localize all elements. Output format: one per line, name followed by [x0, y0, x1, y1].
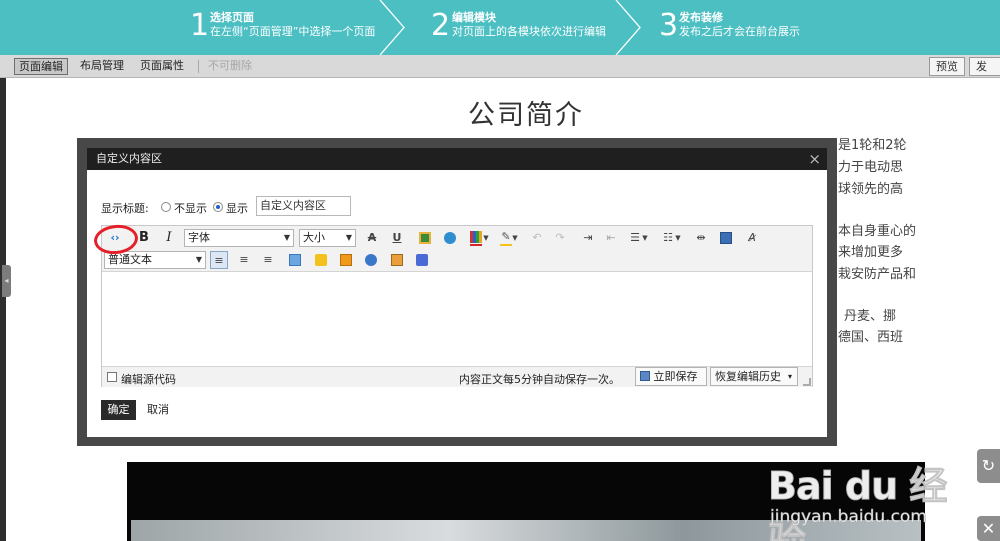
font-size-value: 大小 — [303, 231, 325, 244]
step-number: 3 — [659, 8, 679, 43]
steps-banner: 1 选择页面 在左侧“页面管理”中选择一个页面 2 编辑模块 对页面上的各模块依… — [0, 0, 1000, 55]
body-text-fragment: 球领先的高 — [838, 182, 904, 197]
chevron-down-icon: ▼ — [195, 255, 202, 264]
map-icon[interactable] — [416, 254, 428, 266]
rich-text-toolbar: ‹› B I 字体 ▼ 大小 ▼ A U ▼ ✎ ▼ ↶ ↷ ⇥ ⇤ ☰ ▼ ☷… — [102, 226, 812, 272]
tab-page-edit[interactable]: 页面编辑 — [14, 58, 68, 75]
close-icon[interactable]: × — [808, 148, 821, 170]
source-code-checkbox[interactable] — [107, 372, 117, 382]
step-chevron-icon — [615, 0, 641, 55]
restore-history-label: 恢复编辑历史 — [715, 370, 781, 383]
indent-decrease-icon[interactable]: ⇤ — [602, 229, 620, 247]
redo-icon[interactable]: ↷ — [551, 229, 569, 247]
refresh-icon: ↻ — [981, 456, 996, 475]
strikethrough-icon[interactable]: A — [363, 229, 381, 247]
close-circle-icon: ✕ — [981, 519, 996, 538]
watermark-brand: Bai du 经验 — [768, 464, 948, 541]
image-icon[interactable] — [419, 232, 431, 244]
tab-layout[interactable]: 布局管理 — [76, 58, 128, 75]
step-desc: 发布之后才会在前台展示 — [679, 25, 800, 38]
tab-page-properties[interactable]: 页面属性 — [136, 58, 188, 75]
chevron-down-icon[interactable]: ▼ — [482, 229, 490, 247]
insert-media-icon[interactable] — [720, 232, 732, 244]
restore-history-select[interactable]: 恢复编辑历史 ▾ — [710, 367, 798, 386]
step-chevron-icon — [379, 0, 405, 55]
chevron-down-icon: ▼ — [345, 233, 352, 242]
table-icon[interactable] — [470, 231, 482, 243]
save-icon — [640, 371, 650, 381]
align-left-icon[interactable]: ≡ — [210, 251, 228, 269]
anchor-icon[interactable] — [340, 254, 352, 266]
panel-toggle-handle[interactable]: ◂ — [2, 265, 11, 297]
watermark-url: jingyan.baidu.com — [770, 507, 927, 528]
step-desc: 对页面上的各模块依次进行编辑 — [452, 25, 606, 38]
chevron-down-icon[interactable]: ▼ — [674, 229, 682, 247]
radio-show-title[interactable] — [213, 202, 223, 212]
justify-icon[interactable] — [289, 254, 301, 266]
tab-undeletable: 不可删除 — [208, 59, 252, 72]
editor-toolbar: 页面编辑 布局管理 页面属性 不可删除 预览 发 — [0, 55, 1000, 78]
custom-content-dialog: 自定义内容区 × 显示标题: 不显示 显示 自定义内容区 ‹› B I 字体 ▼ … — [77, 138, 837, 446]
chevron-left-icon: ◂ — [4, 276, 9, 285]
body-text-fragment: 力于电动思 — [838, 160, 904, 175]
underline-icon[interactable]: U — [388, 229, 406, 247]
publish-button[interactable]: 发 — [969, 57, 1000, 76]
flash-icon[interactable] — [365, 254, 377, 266]
radio-hide-label[interactable]: 不显示 — [174, 200, 207, 216]
chevron-down-icon[interactable]: ▼ — [511, 229, 519, 247]
font-color-bar — [470, 244, 482, 246]
link-globe-icon[interactable] — [444, 232, 456, 244]
dialog-header: 自定义内容区 × — [87, 148, 827, 170]
radio-hide-title[interactable] — [161, 202, 171, 212]
divider — [198, 60, 199, 73]
side-tool-button[interactable]: ↻ — [977, 449, 1000, 483]
chevron-down-icon: ▾ — [787, 372, 792, 381]
rich-text-editor: ‹› B I 字体 ▼ 大小 ▼ A U ▼ ✎ ▼ ↶ ↷ ⇥ ⇤ ☰ ▼ ☷… — [101, 225, 813, 387]
body-text-fragment: 本自身重心的 — [838, 224, 917, 239]
cancel-button[interactable]: 取消 — [147, 400, 169, 420]
show-title-label: 显示标题: — [101, 202, 149, 215]
resize-grip-icon[interactable] — [803, 378, 811, 386]
baidu-watermark: Bai du 经验 jingyan.baidu.com — [768, 455, 973, 541]
step-number: 2 — [431, 8, 451, 43]
body-text-fragment: 德国、西班 — [838, 330, 904, 345]
body-text-fragment: 栽安防产品和 — [838, 267, 917, 282]
autosave-note: 内容正文每5分钟自动保存一次。 — [459, 373, 620, 386]
save-now-label: 立即保存 — [653, 370, 698, 383]
align-center-icon[interactable]: ≡ — [235, 251, 253, 269]
ok-button[interactable]: 确定 — [101, 400, 136, 420]
side-close-button[interactable]: ✕ — [977, 516, 1000, 541]
dialog-title: 自定义内容区 — [96, 152, 162, 165]
horizontal-rule-icon[interactable]: ⇹ — [692, 229, 710, 247]
body-text-fragment: 来增加更多 — [838, 245, 904, 260]
title-input[interactable]: 自定义内容区 — [256, 196, 351, 216]
video-insert-icon[interactable] — [391, 254, 403, 266]
font-family-select[interactable]: 字体 ▼ — [184, 229, 294, 247]
font-size-select[interactable]: 大小 ▼ — [299, 229, 356, 247]
editor-footer: 编辑源代码 内容正文每5分钟自动保存一次。 立即保存 恢复编辑历史 ▾ — [102, 366, 812, 387]
step-desc: 在左侧“页面管理”中选择一个页面 — [210, 25, 376, 38]
indent-increase-icon[interactable]: ⇥ — [579, 229, 597, 247]
emoticon-icon[interactable] — [315, 254, 327, 266]
paragraph-format-value: 普通文本 — [108, 253, 152, 266]
radio-show-label[interactable]: 显示 — [226, 200, 248, 216]
chevron-down-icon[interactable]: ▼ — [641, 229, 649, 247]
font-family-value: 字体 — [188, 231, 210, 244]
undo-icon[interactable]: ↶ — [528, 229, 546, 247]
align-right-icon[interactable]: ≡ — [259, 251, 277, 269]
chevron-down-icon: ▼ — [283, 233, 290, 242]
italic-icon[interactable]: I — [160, 229, 178, 247]
page-title: 公司简介 — [468, 100, 584, 131]
body-text-fragment: 丹麦、挪 — [844, 309, 897, 324]
source-code-label[interactable]: 编辑源代码 — [121, 371, 176, 387]
step-number: 1 — [190, 8, 210, 43]
body-text-fragment: 是1轮和2轮 — [838, 138, 907, 153]
dialog-body: 显示标题: 不显示 显示 自定义内容区 ‹› B I 字体 ▼ 大小 ▼ A U ▼… — [87, 170, 827, 437]
save-now-button[interactable]: 立即保存 — [635, 367, 707, 386]
clear-format-icon[interactable]: A̷ — [743, 229, 761, 247]
preview-button[interactable]: 预览 — [929, 57, 965, 76]
